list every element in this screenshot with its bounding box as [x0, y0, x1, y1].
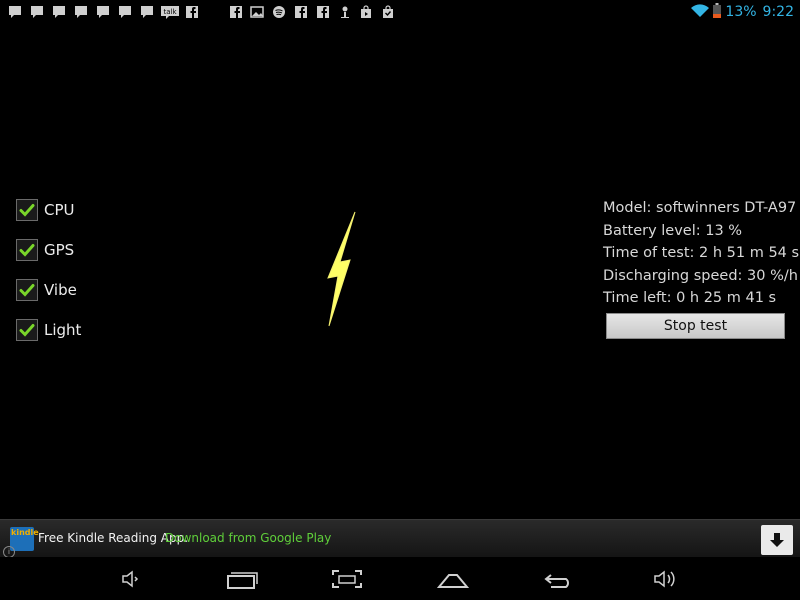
kindle-logo-text: kindle: [11, 528, 39, 537]
navigation-bar: [0, 557, 800, 600]
volume-up-icon[interactable]: [652, 567, 678, 591]
light-label: Light: [44, 321, 82, 339]
facebook-icon: [316, 5, 330, 19]
test-info-panel: Model: softwinners DT-A97 Battery level:…: [603, 197, 799, 310]
message-icon: [30, 5, 44, 19]
lightning-bolt-icon: [326, 210, 358, 332]
shopping-bag-icon: [381, 5, 395, 19]
screenshot-icon[interactable]: [331, 567, 363, 591]
discharging-speed-text: Discharging speed: 30 %/h: [603, 267, 798, 284]
stop-test-button[interactable]: Stop test: [606, 313, 785, 339]
home-icon[interactable]: [436, 567, 470, 591]
light-checkbox[interactable]: [16, 319, 38, 341]
sensor-checklist: CPU GPS Vibe Light: [16, 198, 81, 358]
checkmark-icon: [19, 204, 35, 217]
message-icon: [8, 5, 22, 19]
vibe-checkbox-row[interactable]: Vibe: [16, 278, 81, 302]
ad-download-link[interactable]: Download from Google Play: [165, 531, 331, 545]
checkmark-icon: [19, 244, 35, 257]
cpu-checkbox-row[interactable]: CPU: [16, 198, 81, 222]
recent-apps-icon[interactable]: [226, 567, 258, 591]
message-icon: [118, 5, 132, 19]
time-of-test-text: Time of test: 2 h 51 m 54 s: [603, 245, 800, 261]
facebook-icon: [229, 5, 243, 19]
battery-level-text: Battery level: 13 %: [603, 222, 743, 239]
battery-icon: [713, 2, 722, 22]
gallery-icon: [250, 5, 264, 19]
vibe-label: Vibe: [44, 281, 77, 299]
facebook-icon: [185, 5, 199, 19]
volume-down-icon[interactable]: [120, 567, 144, 591]
back-icon[interactable]: [543, 567, 575, 591]
cpu-checkbox[interactable]: [16, 199, 38, 221]
ad-download-button[interactable]: [761, 525, 793, 555]
ad-banner[interactable]: kindle i Free Kindle Reading App. Downlo…: [0, 519, 800, 558]
clock: 9:22: [762, 4, 794, 20]
gps-checkbox[interactable]: [16, 239, 38, 261]
model-text: Model: softwinners DT-A97: [603, 200, 797, 216]
talk-label: talk: [163, 8, 177, 16]
vibe-checkbox[interactable]: [16, 279, 38, 301]
store-icon: [359, 5, 373, 19]
spotify-icon: [272, 5, 286, 19]
light-checkbox-row[interactable]: Light: [16, 318, 81, 342]
message-icon: [52, 5, 66, 19]
cpu-label: CPU: [44, 201, 75, 219]
status-bar: talk 13% 9:22: [0, 0, 800, 24]
checkmark-icon: [19, 284, 35, 297]
wifi-icon: [691, 3, 710, 22]
download-arrow-icon: [770, 533, 784, 547]
checkmark-icon: [19, 324, 35, 337]
talk-icon: talk: [161, 5, 179, 19]
time-left-text: Time left: 0 h 25 m 41 s: [603, 290, 777, 306]
gps-checkbox-row[interactable]: GPS: [16, 238, 81, 262]
person-icon: [338, 5, 352, 19]
message-icon: [96, 5, 110, 19]
battery-percent: 13%: [725, 4, 757, 20]
message-icon: [140, 5, 154, 19]
message-icon: [74, 5, 88, 19]
gps-label: GPS: [44, 241, 75, 259]
status-indicators: 13% 9:22: [691, 0, 794, 24]
facebook-icon: [294, 5, 308, 19]
